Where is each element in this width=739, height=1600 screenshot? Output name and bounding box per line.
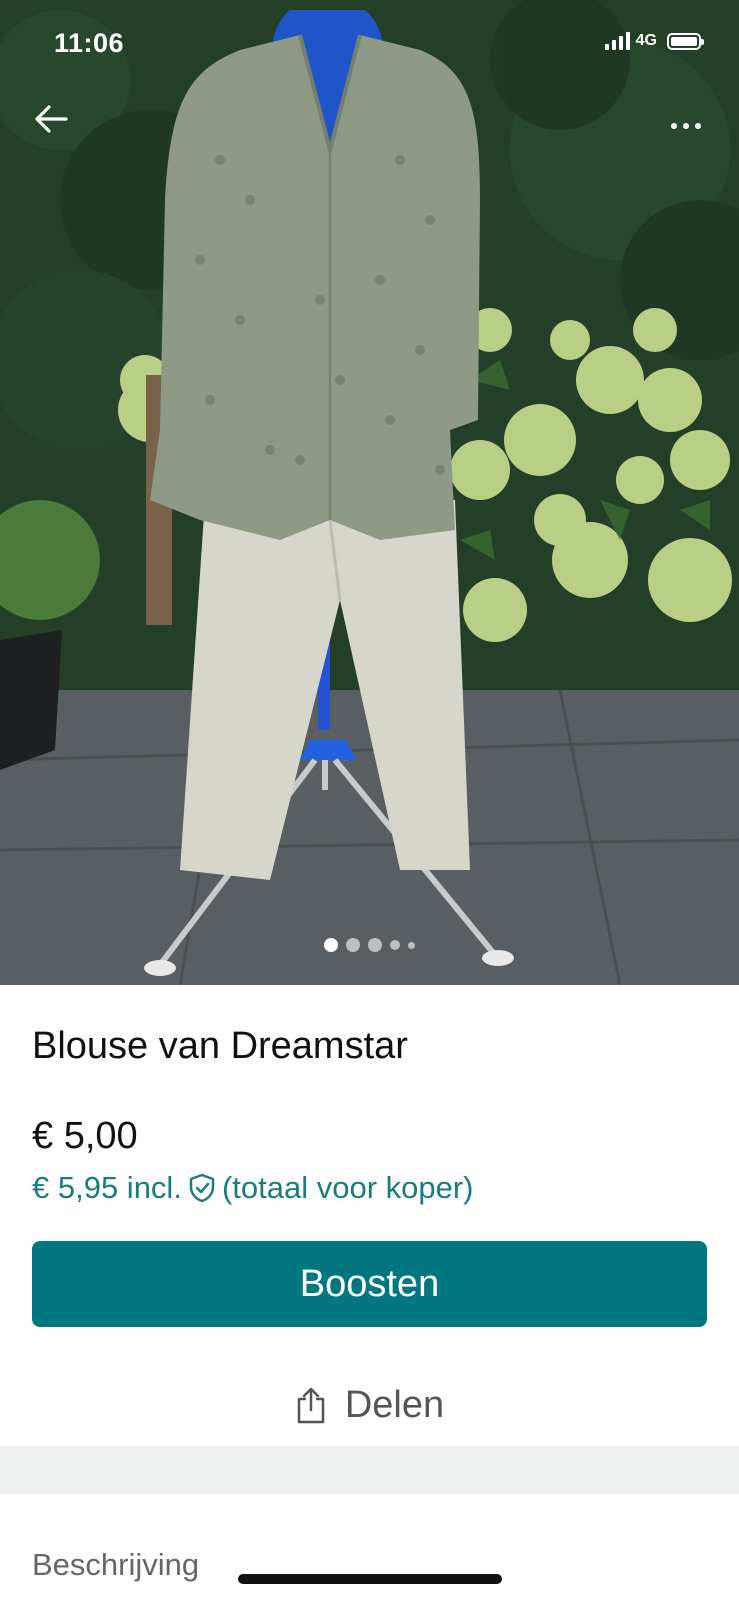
share-button[interactable]: Delen [0,1375,739,1435]
carousel-dot-active [324,938,338,952]
description-heading: Beschrijving [32,1547,200,1582]
battery-icon [667,32,704,50]
back-button[interactable] [34,104,76,146]
boost-button[interactable]: Boosten [32,1241,707,1327]
more-horizontal-icon [671,123,677,129]
carousel-dot [408,941,415,949]
listing-title: Blouse van Dreamstar [32,1025,408,1067]
home-indicator[interactable] [238,1574,502,1584]
arrow-left-icon [35,105,68,133]
product-photo[interactable]: 11:06 4G [0,0,739,985]
section-divider [0,1446,739,1494]
shield-check-icon [189,1173,215,1203]
network-type: 4G [635,32,657,49]
status-bar: 11:06 4G [0,0,739,90]
status-indicators: 4G [604,32,704,50]
carousel-dot [368,938,382,952]
status-time: 11:06 [54,28,125,58]
share-icon [297,1387,325,1424]
product-photo-illustration [0,0,739,985]
share-label: Delen [344,1383,445,1426]
listing-price: € 5,00 [32,1115,138,1157]
carousel-indicator[interactable] [0,938,739,952]
carousel-dot [390,940,400,950]
price-including-protection[interactable]: € 5,95 incl. (totaal voor koper) [32,1170,474,1206]
cellular-signal-icon [604,32,630,50]
more-options-button[interactable] [661,108,711,144]
price-incl-amount: € 5,95 incl. [32,1170,182,1205]
price-incl-suffix: (totaal voor koper) [221,1170,474,1205]
carousel-dot [346,938,360,952]
